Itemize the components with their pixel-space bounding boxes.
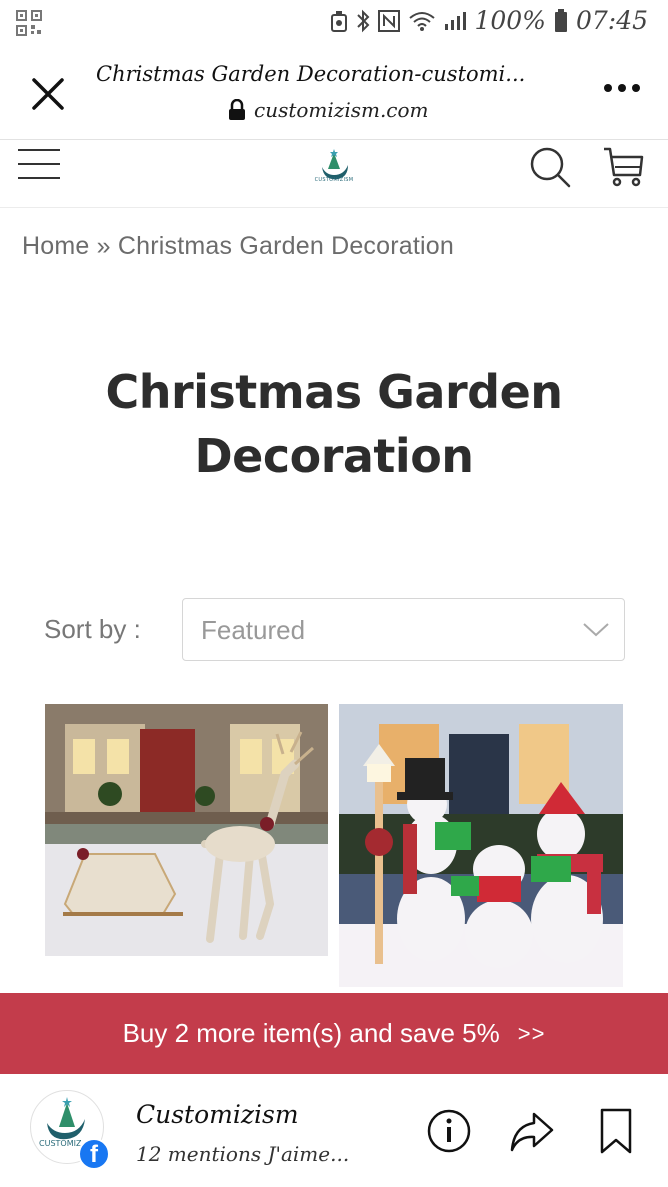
- breadcrumb[interactable]: Home » Christmas Garden Decoration: [22, 232, 454, 261]
- product-image-snowmen[interactable]: [339, 704, 623, 987]
- menu-icon[interactable]: [18, 149, 60, 183]
- wifi-icon: [409, 11, 436, 31]
- page-title: Christmas Garden Decoration: [105, 365, 563, 483]
- tab-title: Christmas Garden Decoration-customi...: [96, 62, 526, 86]
- lock-icon: [229, 99, 245, 120]
- promo-text: Buy 2 more item(s) and save 5%: [122, 1018, 500, 1048]
- search-button[interactable]: [528, 145, 572, 189]
- app-bar: CUSTOMIZ f Customizism 12 mentions J'aim…: [0, 1074, 668, 1187]
- more-icon[interactable]: [604, 84, 640, 92]
- close-button[interactable]: [28, 74, 68, 114]
- signal-icon: [445, 11, 467, 30]
- url-text: customizism.com: [254, 98, 429, 122]
- product-image-reindeer-sleigh[interactable]: [45, 704, 328, 956]
- sort-label: Sort by :: [44, 614, 141, 644]
- sort-select[interactable]: Featured: [182, 598, 625, 661]
- info-icon: [427, 1109, 471, 1153]
- chevron-down-icon: [583, 623, 609, 637]
- status-bar: 100% 07:45: [0, 0, 668, 46]
- share-button[interactable]: [508, 1108, 554, 1158]
- url-display[interactable]: customizism.com: [228, 98, 429, 122]
- avatar-text: CUSTOMIZ: [39, 1139, 82, 1148]
- cart-button[interactable]: [602, 145, 646, 189]
- share-icon: [510, 1112, 554, 1152]
- page-name[interactable]: Customizism: [136, 1100, 299, 1129]
- battery-icon: [554, 8, 567, 32]
- promo-bar[interactable]: Buy 2 more item(s) and save 5% >>: [0, 993, 668, 1074]
- page-likes: 12 mentions J'aime...: [136, 1142, 350, 1166]
- bookmark-button[interactable]: [598, 1108, 634, 1158]
- browser-bar: Christmas Garden Decoration-customi... c…: [0, 46, 668, 140]
- facebook-icon: f: [78, 1138, 110, 1170]
- status-icons: 100% 07:45: [330, 6, 648, 35]
- qr-code-icon: [16, 10, 42, 40]
- close-icon: [32, 78, 64, 110]
- time-text: 07:45: [575, 6, 648, 35]
- info-button[interactable]: [426, 1108, 472, 1158]
- search-icon: [530, 147, 571, 188]
- promo-arrow: >>: [517, 1020, 546, 1046]
- battery-text: 100%: [474, 6, 546, 35]
- site-logo-text: CUSTOMIZISM: [314, 177, 354, 183]
- site-header: CUSTOMIZISM: [0, 141, 668, 208]
- alarm-icon: [331, 10, 348, 32]
- bookmark-icon: [600, 1108, 632, 1154]
- bluetooth-icon: [357, 9, 370, 32]
- sort-value: Featured: [201, 615, 306, 645]
- cart-icon: [604, 147, 644, 187]
- nfc-icon: [378, 9, 401, 32]
